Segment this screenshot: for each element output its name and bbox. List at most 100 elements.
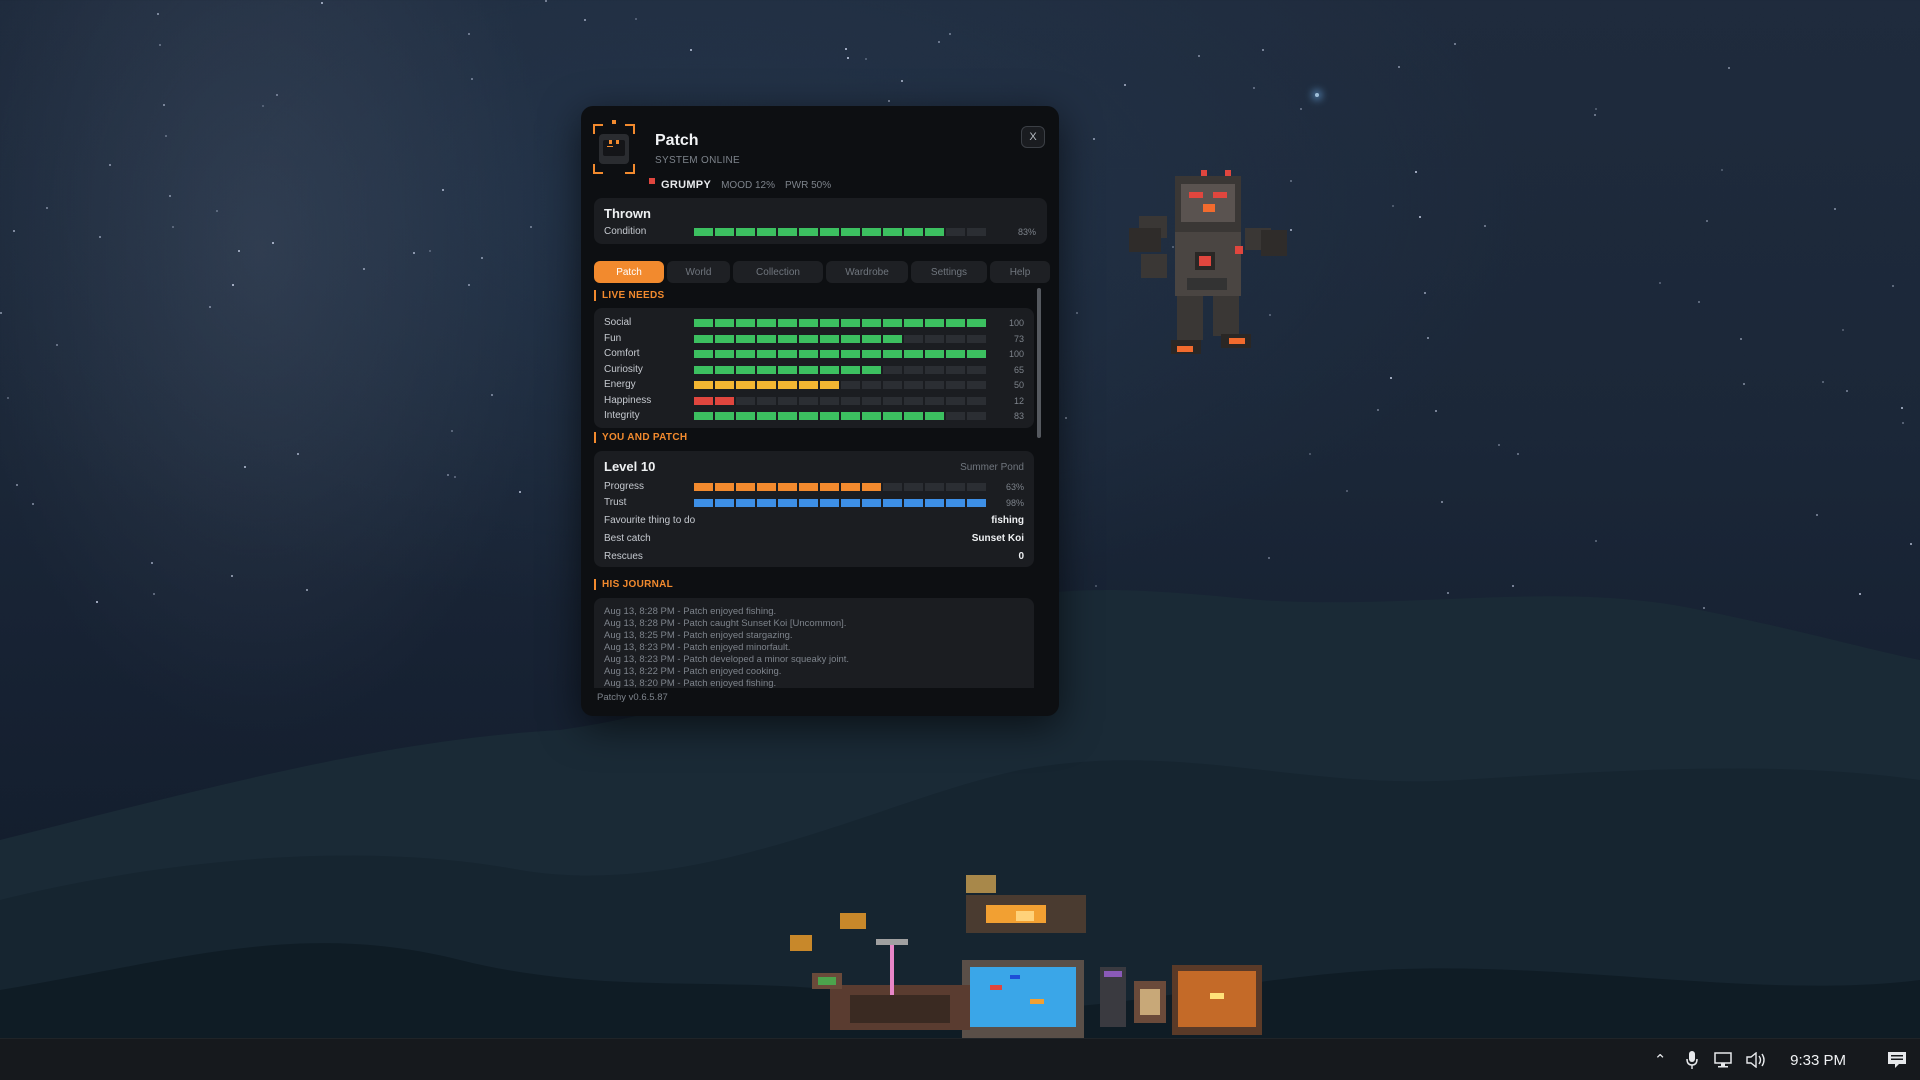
- patch-status-panel: Patch SYSTEM ONLINE GRUMPY MOOD 12% PWR …: [581, 106, 1059, 716]
- bar-segment: [862, 396, 881, 405]
- star: [1441, 500, 1444, 503]
- star: [1594, 114, 1597, 117]
- bar-segment: [715, 334, 734, 343]
- star: [13, 230, 16, 233]
- star: [1846, 389, 1849, 392]
- tab-help[interactable]: Help: [990, 261, 1050, 283]
- bar-segment: [820, 396, 839, 405]
- trust-label: Trust: [604, 497, 627, 508]
- star: [1594, 107, 1597, 110]
- bar-segment: [883, 350, 902, 358]
- bar-segment: [841, 412, 860, 420]
- star: [1345, 490, 1348, 493]
- star: [634, 17, 637, 20]
- bar-segment: [946, 319, 965, 327]
- tab-patch[interactable]: Patch: [594, 261, 664, 283]
- bar-segment: [820, 483, 839, 491]
- star: [1720, 169, 1723, 172]
- bar-segment: [967, 228, 986, 236]
- bar-segment: [694, 412, 713, 420]
- desk-diorama[interactable]: [790, 875, 1350, 1040]
- bar-segment: [883, 334, 902, 343]
- journal-entry: Aug 13, 8:23 PM - Patch developed a mino…: [604, 654, 850, 665]
- bar-segment: [715, 228, 734, 236]
- star: [46, 207, 49, 210]
- tab-wardrobe[interactable]: Wardrobe: [826, 261, 908, 283]
- state-card: Thrown Condition 83%: [594, 198, 1047, 244]
- close-button[interactable]: X: [1021, 126, 1045, 148]
- star: [237, 249, 240, 252]
- taskbar-clock[interactable]: 9:33 PM: [1772, 1052, 1874, 1069]
- panel-scrollbar[interactable]: [1037, 288, 1041, 438]
- bar-segment: [778, 412, 797, 420]
- bright-star: [1315, 93, 1319, 97]
- tab-bar: Patch World Collection Wardrobe Settings…: [594, 261, 1050, 283]
- favourite-value: fishing: [991, 515, 1024, 526]
- need-label: Comfort: [604, 348, 640, 359]
- bar-segment: [841, 350, 860, 358]
- star: [1198, 55, 1201, 58]
- star: [157, 13, 160, 16]
- star: [296, 452, 299, 455]
- star: [900, 80, 903, 83]
- star: [1483, 225, 1486, 228]
- panel-scroll-area[interactable]: LIVE NEEDS Social 100 Fun 73 Comfort 100 Curio…: [594, 288, 1047, 692]
- taskbar: ⌃ 9:33 PM: [0, 1038, 1920, 1080]
- star: [231, 284, 234, 287]
- tab-settings[interactable]: Settings: [911, 261, 987, 283]
- star: [1253, 87, 1256, 90]
- need-label: Curiosity: [604, 363, 643, 375]
- star: [1376, 409, 1379, 412]
- star: [1901, 421, 1904, 424]
- bar-segment: [883, 228, 902, 236]
- power-percentage: PWR 50%: [785, 179, 832, 191]
- condition-bar: [694, 228, 986, 236]
- bar-segment: [904, 365, 923, 374]
- bar-segment: [799, 365, 818, 374]
- bar-segment: [736, 228, 755, 236]
- volume-icon[interactable]: [1740, 1039, 1772, 1080]
- network-icon[interactable]: [1708, 1039, 1740, 1080]
- star: [864, 57, 867, 60]
- bar-segment: [946, 412, 965, 420]
- bar-segment: [862, 319, 881, 327]
- star: [7, 396, 10, 399]
- bar-segment: [799, 396, 818, 405]
- star: [1900, 406, 1903, 409]
- bar-segment: [841, 319, 860, 327]
- bar-segment: [799, 483, 818, 491]
- bar-segment: [778, 228, 797, 236]
- star: [1728, 67, 1731, 70]
- tab-collection[interactable]: Collection: [733, 261, 823, 283]
- tab-world[interactable]: World: [667, 261, 730, 283]
- star: [519, 490, 522, 493]
- bar-segment: [820, 381, 839, 389]
- you-and-patch-card: Level 10 Summer Pond Progress 63% Trust …: [594, 451, 1034, 567]
- star: [1262, 49, 1265, 51]
- mood-row: GRUMPY MOOD 12% PWR 50%: [649, 178, 832, 191]
- bar-segment: [820, 499, 839, 507]
- patch-robot-character[interactable]: [1115, 168, 1305, 378]
- bar-segment: [694, 396, 713, 405]
- bar-segment: [778, 381, 797, 389]
- journal-card[interactable]: Aug 13, 8:28 PM - Patch enjoyed fishing.…: [594, 598, 1034, 688]
- need-value: 12: [1013, 395, 1024, 406]
- microphone-icon[interactable]: [1676, 1039, 1708, 1080]
- bar-segment: [757, 319, 776, 327]
- bar-segment: [967, 499, 986, 507]
- star: [447, 473, 450, 476]
- star: [1423, 291, 1426, 294]
- bar-segment: [883, 319, 902, 327]
- bar-segment: [778, 396, 797, 405]
- chevron-up-icon[interactable]: ⌃: [1644, 1039, 1676, 1080]
- bar-segment: [757, 365, 776, 374]
- star: [1453, 42, 1456, 45]
- star: [888, 100, 891, 103]
- bar-segment: [967, 334, 986, 343]
- journal-list: Aug 13, 8:28 PM - Patch enjoyed fishing.…: [604, 606, 849, 688]
- notification-icon[interactable]: [1874, 1039, 1920, 1080]
- journal-entry: Aug 13, 8:20 PM - Patch enjoyed fishing.: [604, 678, 777, 688]
- star: [530, 225, 533, 228]
- bar-segment: [904, 412, 923, 420]
- journal-entry: Aug 13, 8:28 PM - Patch enjoyed fishing.: [604, 606, 777, 617]
